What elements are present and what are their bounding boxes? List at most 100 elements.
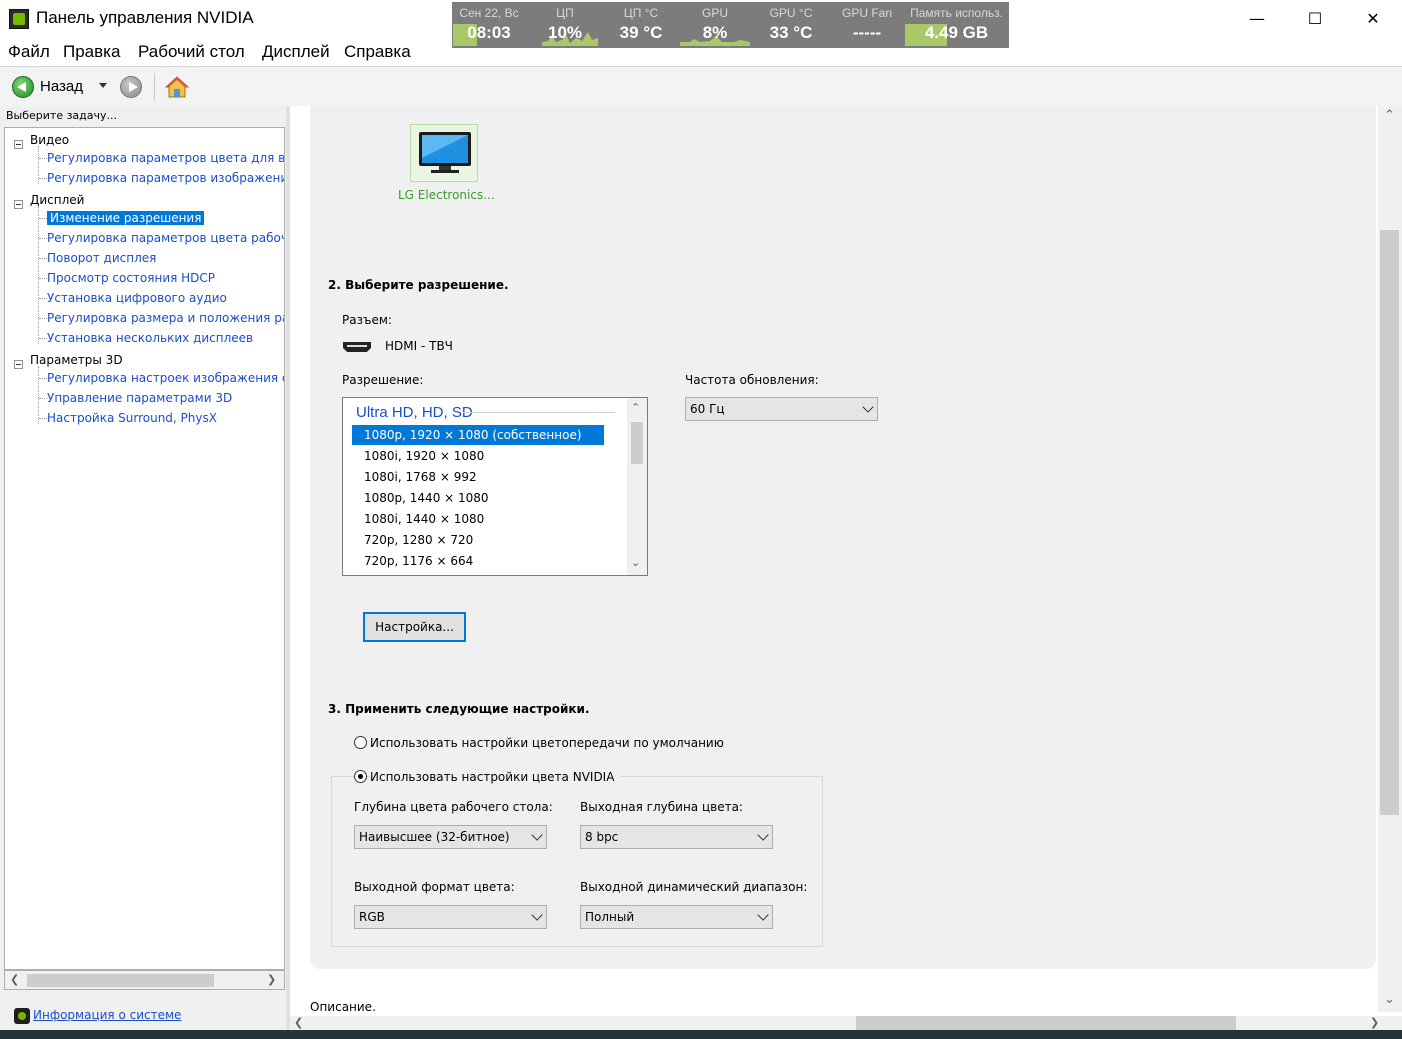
- radio-nvidia-color-label[interactable]: Использовать настройки цвета NVIDIA: [370, 770, 621, 784]
- tree-item-manage-3d[interactable]: Управление параметрами 3D: [47, 391, 232, 405]
- tree-item-video-color[interactable]: Регулировка параметров цвета для видео: [47, 151, 284, 165]
- tree-category-display[interactable]: Дисплей: [30, 193, 84, 207]
- tree-item-3d-image-settings[interactable]: Регулировка настроек изображения с просм…: [47, 371, 284, 385]
- resolution-item[interactable]: 1080i, 1920 × 1080: [352, 446, 604, 466]
- scrollbar-thumb[interactable]: [631, 422, 643, 464]
- back-arrow-icon[interactable]: [12, 76, 34, 98]
- resolution-label: Разрешение:: [342, 373, 424, 387]
- tree-line: [39, 218, 47, 219]
- tree-line: [39, 338, 47, 339]
- tree-category-video[interactable]: Видео: [30, 133, 69, 147]
- collapse-icon[interactable]: [14, 200, 23, 209]
- scrollbar-thumb[interactable]: [27, 974, 214, 987]
- chevron-down-icon: [531, 909, 543, 921]
- output-dynamic-range-value: Полный: [585, 910, 635, 924]
- connector-label: Разъем:: [342, 313, 392, 327]
- connector-value: HDMI - ТВЧ: [385, 339, 453, 353]
- radio-default-color[interactable]: [354, 736, 367, 749]
- tree-item-multiple-displays[interactable]: Установка нескольких дисплеев: [47, 331, 253, 345]
- tree-item-digital-audio[interactable]: Установка цифрового аудио: [47, 291, 227, 305]
- menu-help[interactable]: Справка: [344, 42, 411, 62]
- forward-arrow-icon[interactable]: [120, 76, 142, 98]
- menu-file[interactable]: Файл: [8, 42, 50, 62]
- tree-line: [39, 258, 47, 259]
- scroll-up-icon[interactable]: ⌃: [1384, 108, 1395, 123]
- content-vertical-scrollbar[interactable]: ⌃ ⌄: [1378, 106, 1402, 1012]
- chevron-down-icon: [531, 829, 543, 841]
- tree-item-rotate-display[interactable]: Поворот дисплея: [47, 251, 156, 265]
- back-history-dropdown-icon[interactable]: [99, 83, 107, 88]
- scroll-down-icon[interactable]: ⌄: [1384, 992, 1395, 1007]
- tree-horizontal-scrollbar[interactable]: ❮ ❯: [4, 970, 285, 990]
- chevron-down-icon: [757, 909, 769, 921]
- tree-item-video-image[interactable]: Регулировка параметров изображения для в…: [47, 171, 284, 185]
- scroll-down-icon[interactable]: ⌄: [631, 556, 640, 569]
- maximize-button[interactable]: ☐: [1286, 0, 1344, 36]
- step2-title: 2. Выберите разрешение.: [328, 278, 509, 292]
- collapse-icon[interactable]: [14, 140, 23, 149]
- tree-item-desktop-size[interactable]: Регулировка размера и положения рабочего…: [47, 311, 284, 325]
- scrollbar-thumb[interactable]: [1380, 230, 1399, 815]
- content-horizontal-scrollbar[interactable]: ❮ ❯: [290, 1016, 1402, 1030]
- scroll-left-icon[interactable]: ❮: [294, 1016, 303, 1029]
- tree-line: [39, 178, 47, 179]
- resolution-list[interactable]: Ultra HD, HD, SD 1080p, 1920 × 1080 (соб…: [342, 397, 648, 576]
- collapse-icon[interactable]: [14, 360, 23, 369]
- resolution-item[interactable]: 1080p, 1920 × 1080 (собственное): [352, 425, 604, 445]
- tree-line: [39, 398, 47, 399]
- settings-panel: LG Electronics... 2. Выберите разрешение…: [310, 106, 1376, 969]
- tree-line: [39, 158, 47, 159]
- minimize-button[interactable]: —: [1228, 0, 1286, 36]
- scroll-left-icon[interactable]: ❮: [10, 973, 19, 986]
- monitor-label: ЦП °C: [623, 6, 659, 20]
- output-color-depth-dropdown[interactable]: 8 bpc: [580, 825, 773, 849]
- tree-item-change-resolution[interactable]: Изменение разрешения: [47, 211, 205, 225]
- scroll-right-icon[interactable]: ❯: [267, 973, 276, 986]
- menu-edit[interactable]: Правка: [63, 42, 120, 62]
- output-color-depth-label: Выходная глубина цвета:: [580, 800, 743, 814]
- monitor-label: Сен 22, Вс: [459, 6, 519, 20]
- radio-default-color-label[interactable]: Использовать настройки цветопередачи по …: [370, 736, 724, 750]
- tree-line: [39, 378, 47, 379]
- nvidia-logo-icon: [9, 9, 29, 29]
- monitor-label: ЦП: [556, 6, 574, 20]
- scrollbar-thumb[interactable]: [856, 1016, 1236, 1030]
- customize-button[interactable]: Настройка...: [363, 612, 466, 642]
- home-icon[interactable]: [165, 75, 189, 99]
- refresh-rate-dropdown[interactable]: 60 Гц: [685, 397, 878, 421]
- menu-display[interactable]: Дисплей: [262, 42, 330, 62]
- tree-category-3d[interactable]: Параметры 3D: [30, 353, 123, 367]
- output-dynamic-range-dropdown[interactable]: Полный: [580, 905, 773, 929]
- output-color-format-value: RGB: [359, 910, 385, 924]
- content-pane: LG Electronics... 2. Выберите разрешение…: [290, 106, 1402, 1030]
- resolution-item[interactable]: 1080i, 1768 × 992: [352, 467, 604, 487]
- tree-line: [39, 318, 47, 319]
- menu-desktop[interactable]: Рабочий стол: [138, 42, 245, 62]
- system-info-link[interactable]: Информация о системе: [33, 1008, 181, 1022]
- tree-line: [39, 298, 47, 299]
- tree-item-hdcp-status[interactable]: Просмотр состояния HDCP: [47, 271, 215, 285]
- scroll-up-icon[interactable]: ⌃: [631, 401, 640, 414]
- output-dynamic-range-label: Выходной динамический диапазон:: [580, 880, 808, 894]
- close-button[interactable]: ✕: [1344, 0, 1402, 36]
- tree-line: [39, 238, 47, 239]
- resolution-list-scrollbar[interactable]: ⌃ ⌄: [627, 398, 647, 575]
- monitor-label: Память использ.: [910, 6, 1003, 20]
- scroll-right-icon[interactable]: ❯: [1370, 1016, 1379, 1029]
- radio-nvidia-color[interactable]: [354, 770, 367, 783]
- tree-item-surround-physx[interactable]: Настройка Surround, PhysX: [47, 411, 217, 425]
- tree-line: [39, 278, 47, 279]
- resolution-item[interactable]: 1080p, 1440 × 1080: [352, 488, 604, 508]
- resolution-item[interactable]: 720p, 1280 × 720: [352, 530, 604, 550]
- resolution-item[interactable]: 720p, 1176 × 664: [352, 551, 604, 571]
- tree-item-desktop-color[interactable]: Регулировка параметров цвета рабочего ст…: [47, 231, 284, 245]
- monitor-label: GPU °C: [769, 6, 813, 20]
- output-color-format-dropdown[interactable]: RGB: [354, 905, 547, 929]
- nvidia-info-icon: [14, 1008, 30, 1024]
- desktop-color-depth-dropdown[interactable]: Наивысшее (32-битное): [354, 825, 547, 849]
- display-selector[interactable]: [410, 124, 478, 182]
- toolbar-separator: [154, 73, 155, 101]
- desktop-color-depth-value: Наивысшее (32-битное): [359, 830, 510, 844]
- resolution-item[interactable]: 1080i, 1440 × 1080: [352, 509, 604, 529]
- back-button[interactable]: Назад: [40, 78, 83, 95]
